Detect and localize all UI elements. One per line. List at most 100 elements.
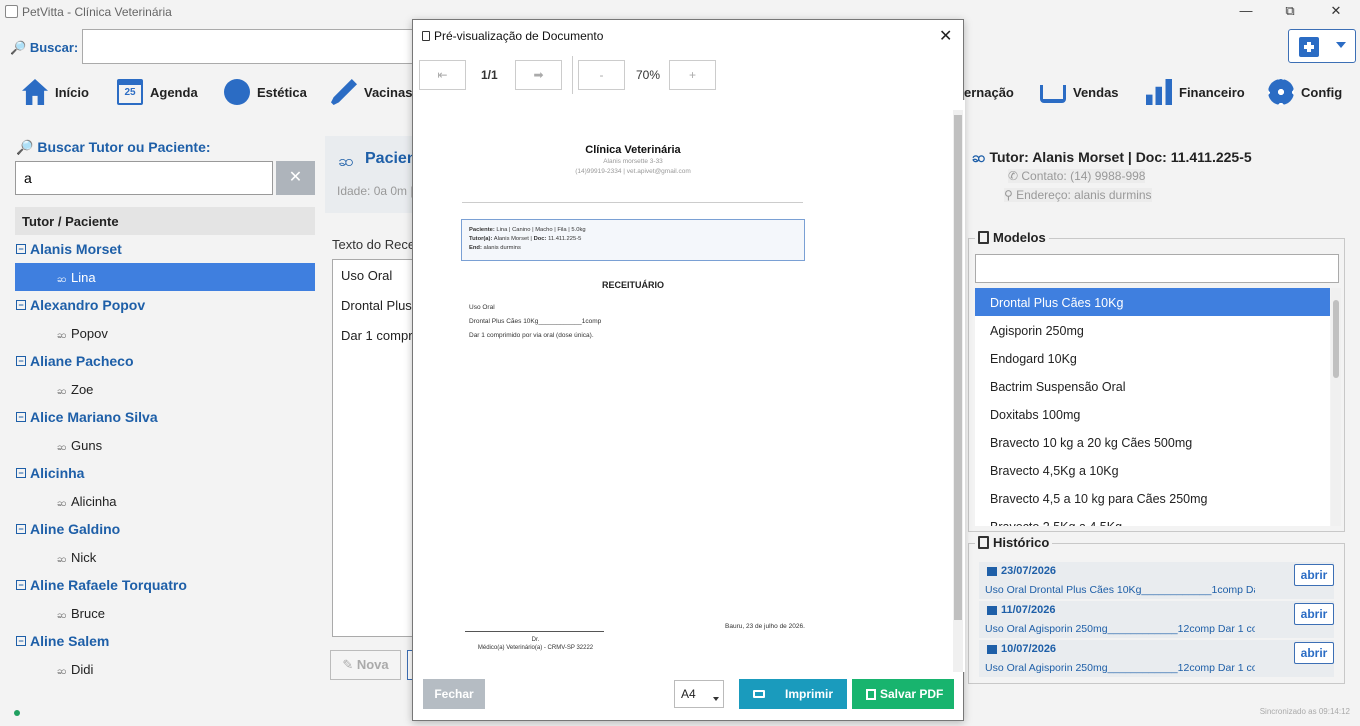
nav-vacinas[interactable]: Vacinas	[331, 78, 412, 106]
tree-header: Tutor / Paciente	[15, 207, 315, 235]
pet-name: Popov	[71, 325, 108, 341]
texto-line: Uso Oral	[341, 268, 393, 283]
tree-tutor-row[interactable]: − Aline Salem	[15, 627, 315, 655]
hospital-menu-button[interactable]	[1288, 29, 1356, 63]
tree-tutor-row[interactable]: − Aline Rafaele Torquatro	[15, 571, 315, 599]
tree-tutor-row[interactable]: − Aline Galdino	[15, 515, 315, 543]
nav-config[interactable]: Config	[1268, 78, 1342, 106]
pdf-icon	[866, 689, 876, 700]
nova-button[interactable]: ✎ Nova	[330, 650, 401, 680]
close-dialog-button[interactable]: ✕	[939, 26, 952, 46]
tree-pet-row[interactable]: ဆ Lina	[15, 263, 315, 291]
tree-pet-row[interactable]: ဆ Zoe	[15, 375, 315, 403]
modelos-search-input[interactable]	[975, 254, 1339, 283]
tree-pet-row[interactable]: ဆ Popov	[15, 319, 315, 347]
zoom-out-button[interactable]: -	[578, 60, 625, 90]
tree-pet-row[interactable]: ဆ Alicinha	[15, 487, 315, 515]
tree-tutor-row[interactable]: − Alicinha	[15, 459, 315, 487]
app-logo-icon	[5, 5, 18, 18]
abrir-button[interactable]: abrir	[1294, 564, 1334, 586]
scrollbar-thumb[interactable]	[954, 115, 962, 620]
minimize-button[interactable]: —	[1236, 3, 1256, 21]
nav-internacao[interactable]: ernação	[964, 78, 1014, 106]
collapse-icon[interactable]: −	[16, 356, 26, 366]
cart-icon	[1040, 85, 1066, 103]
tree-pet-row[interactable]: ဆ Bruce	[15, 599, 315, 627]
historico-item: 11/07/2026 Uso Oral Agisporin 250mg_____…	[979, 601, 1334, 638]
nav-label: Vendas	[1073, 84, 1119, 100]
paw-icon: ဆ	[57, 274, 67, 285]
imprimir-label: Imprimir	[785, 687, 834, 701]
paw-icon: ဆ	[57, 330, 67, 341]
nav-estetica[interactable]: Estética	[224, 78, 307, 106]
global-search-input[interactable]	[82, 29, 422, 64]
modelos-title: Modelos	[975, 230, 1049, 245]
tutor-tree: − Alanis Morset ဆ Lina − Alexandro Popov ဆ Popo…	[15, 235, 315, 683]
toolbar-separator	[572, 56, 573, 94]
nav-agenda[interactable]: 25 Agenda	[117, 78, 198, 106]
tutor-search-input[interactable]	[15, 161, 273, 195]
collapse-icon[interactable]: −	[16, 468, 26, 478]
modelo-item[interactable]: Doxitabs 100mg	[975, 400, 1330, 428]
home-icon	[22, 79, 48, 105]
doc-clinic-contact: (14)99919-2334 | vet.apivet@gmail.com	[575, 168, 691, 175]
tree-tutor-row[interactable]: − Alanis Morset	[15, 235, 315, 263]
nav-label: Config	[1301, 84, 1343, 100]
tutor-name: Alexandro Popov	[30, 297, 146, 313]
modelo-item[interactable]: Endogard 10Kg	[975, 344, 1330, 372]
nav-financeiro[interactable]: Financeiro	[1146, 78, 1245, 106]
tree-pet-row[interactable]: ဆ Guns	[15, 431, 315, 459]
phone-icon: ✆	[1008, 169, 1022, 183]
paper-size-select[interactable]: A4	[674, 680, 724, 708]
modelo-item[interactable]: Agisporin 250mg	[975, 316, 1330, 344]
collapse-icon[interactable]: −	[16, 580, 26, 590]
modelo-item[interactable]: Bravecto 4,5 a 10 kg para Cães 250mg	[975, 484, 1330, 512]
tree-pet-row[interactable]: ဆ Didi	[15, 655, 315, 683]
doc-doc-label: Doc:	[533, 236, 547, 242]
location-icon: ⚲	[1004, 188, 1017, 202]
dialog-title-text: Pré-visualização de Documento	[434, 29, 604, 43]
nav-label: Início	[55, 84, 89, 100]
global-search-label-text: Buscar:	[29, 40, 79, 55]
collapse-icon[interactable]: −	[16, 636, 26, 646]
tutor-contato: ✆ Contato: (14) 9988-998	[1008, 169, 1146, 183]
collapse-icon[interactable]: −	[16, 412, 26, 422]
abrir-button[interactable]: abrir	[1294, 603, 1334, 625]
imprimir-button[interactable]: Imprimir	[739, 679, 847, 709]
tree-tutor-row[interactable]: − Aliane Pacheco	[15, 347, 315, 375]
collapse-icon[interactable]: −	[16, 244, 26, 254]
modelo-item[interactable]: Bravecto 10 kg a 20 kg Cães 500mg	[975, 428, 1330, 456]
prev-page-button[interactable]: ⇤	[419, 60, 466, 90]
modelo-item[interactable]: Bactrim Suspensão Oral	[975, 372, 1330, 400]
tree-pet-row[interactable]: ဆ Nick	[15, 543, 315, 571]
modelo-item[interactable]: Bravecto 2,5Kg a 4,5Kg	[975, 512, 1330, 526]
fechar-button[interactable]: Fechar	[423, 679, 485, 709]
historico-date: 23/07/2026	[987, 565, 1056, 577]
next-page-button[interactable]: ➡	[515, 60, 562, 90]
nav-inicio[interactable]: Início	[22, 78, 89, 106]
salvar-pdf-button[interactable]: Salvar PDF	[852, 679, 954, 709]
modelo-item[interactable]: Bravecto 4,5Kg a 10Kg	[975, 456, 1330, 484]
tree-tutor-row[interactable]: − Alice Mariano Silva	[15, 403, 315, 431]
collapse-icon[interactable]: −	[16, 524, 26, 534]
zoom-in-button[interactable]: +	[669, 60, 716, 90]
modelos-scrollbar[interactable]	[1331, 288, 1341, 526]
historico-item: 23/07/2026 Uso Oral Drontal Plus Cães 10…	[979, 562, 1334, 599]
collapse-icon[interactable]: −	[16, 300, 26, 310]
nav-label: Agenda	[150, 84, 198, 100]
nav-vendas[interactable]: Vendas	[1040, 78, 1119, 106]
left-panel: 🔎 Buscar Tutor ou Paciente: ✕ Tutor / Pa…	[0, 126, 325, 686]
paw-icon: ဆ	[57, 442, 67, 453]
clear-search-button[interactable]: ✕	[276, 161, 315, 195]
zoom-level: 70%	[636, 68, 661, 82]
abrir-button[interactable]: abrir	[1294, 642, 1334, 664]
tree-tutor-row[interactable]: − Alexandro Popov	[15, 291, 315, 319]
modelos-title-text: Modelos	[993, 230, 1046, 245]
preview-scrollbar[interactable]	[953, 110, 963, 672]
close-window-button[interactable]: ✕	[1326, 3, 1346, 21]
doc-divider	[462, 202, 803, 203]
modelo-item[interactable]: Drontal Plus Cães 10Kg	[975, 288, 1330, 316]
restore-button[interactable]: ⧉	[1280, 3, 1300, 21]
paw-icon: ဆ	[57, 386, 67, 397]
scrollbar-thumb[interactable]	[1333, 300, 1339, 378]
